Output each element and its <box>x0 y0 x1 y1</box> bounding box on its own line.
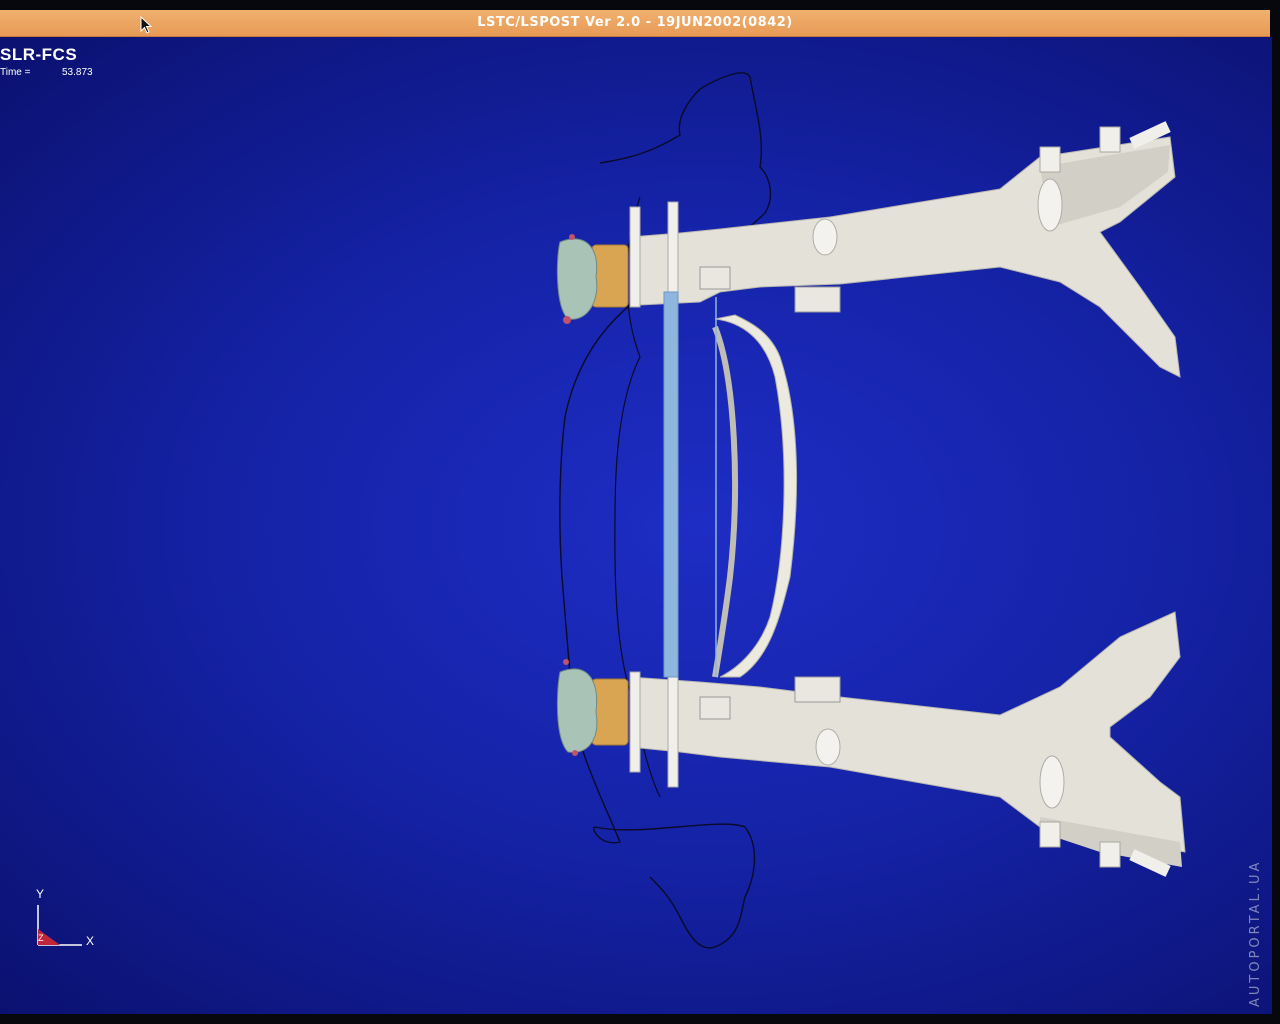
upper-wheel-hub <box>556 234 629 324</box>
lower-frame-rail <box>629 611 1186 877</box>
window-title: LSTC/LSPOST Ver 2.0 - 19JUN2002(0842) <box>477 15 793 30</box>
watermark: AUTOPORTAL.UA <box>1248 859 1263 1007</box>
drive-shaft <box>663 291 679 678</box>
axis-x-label: X <box>86 934 95 948</box>
lower-wheel-hub <box>556 659 629 756</box>
window-title-bar[interactable]: LSTC/LSPOST Ver 2.0 - 19JUN2002(0842) <box>0 10 1270 37</box>
cross-member-inner <box>712 325 738 678</box>
monitor-frame: LSTC/LSPOST Ver 2.0 - 19JUN2002(0842) SL… <box>0 0 1280 1024</box>
axis-z-label: Z <box>38 933 44 943</box>
axis-triad: Y X Z <box>30 887 110 957</box>
graphics-viewport[interactable]: SLR-FCS Time = 53.873 Y X Z AUTOPORTAL.U… <box>0 37 1272 1014</box>
axis-y-label: Y <box>36 887 45 901</box>
3d-model-scene <box>556 72 1186 949</box>
upper-frame-rail <box>629 121 1181 378</box>
